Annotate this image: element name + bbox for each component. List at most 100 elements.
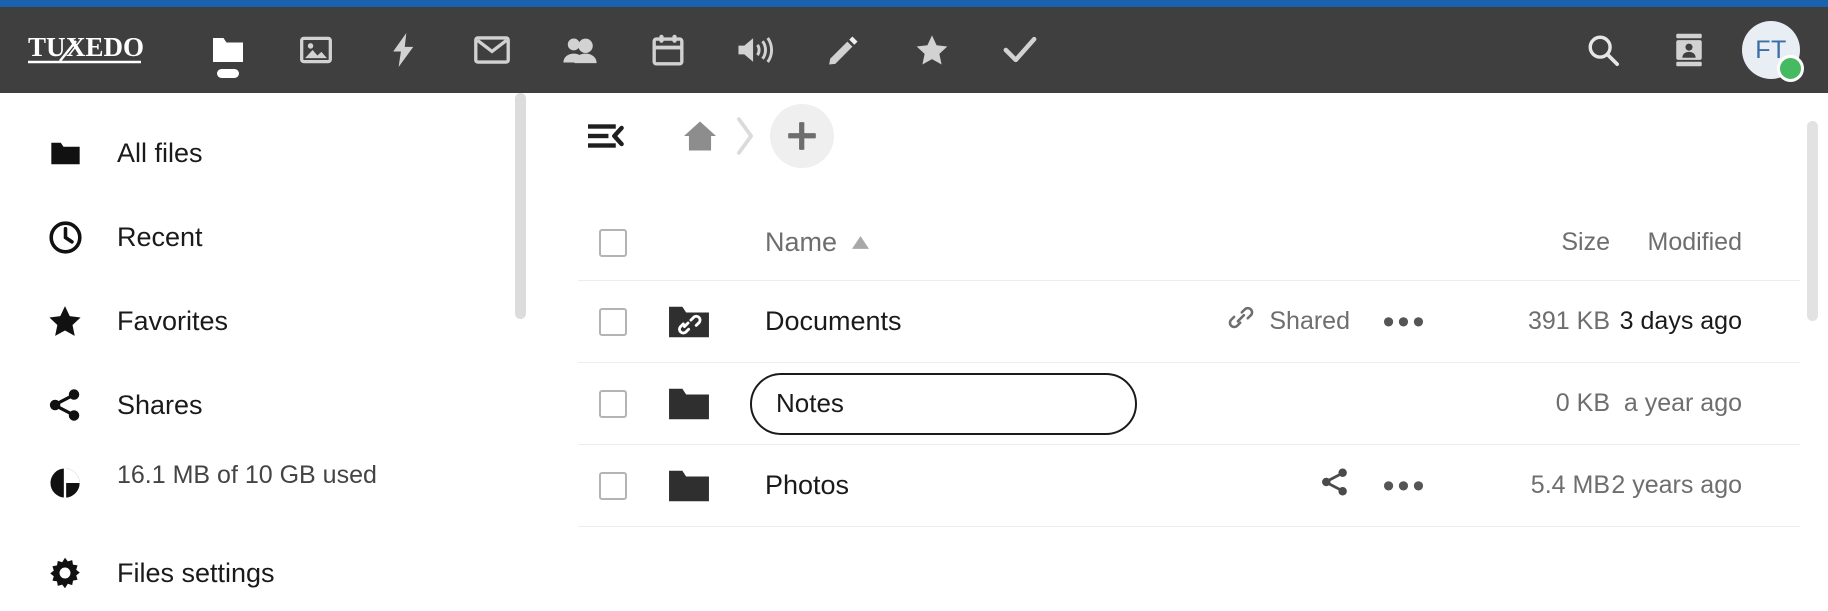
photos-icon xyxy=(300,36,332,64)
user-avatar[interactable]: FT xyxy=(1742,21,1804,82)
link-icon xyxy=(1227,305,1255,338)
row-modified: 2 years ago xyxy=(1611,471,1742,499)
sidebar-item-all-files[interactable]: All files xyxy=(0,111,538,195)
column-header-name-label: Name xyxy=(765,227,838,257)
column-header-modified[interactable]: Modified xyxy=(1610,228,1800,257)
nav-item-tasks[interactable] xyxy=(976,7,1064,93)
people-icon xyxy=(563,38,597,64)
folder-icon xyxy=(213,38,243,62)
row-checkbox[interactable] xyxy=(599,389,627,418)
row-file-name[interactable]: Documents xyxy=(742,306,902,337)
nav-item-mail[interactable] xyxy=(448,7,536,93)
sidebar-item-favorites[interactable]: Favorites xyxy=(0,279,538,363)
chevron-right-icon xyxy=(737,117,753,155)
sidebar-scrollbar[interactable] xyxy=(515,93,526,319)
contacts-menu-button[interactable] xyxy=(1646,7,1732,93)
calendar-icon xyxy=(652,34,684,66)
row-modified: 3 days ago xyxy=(1619,307,1742,335)
status-badge-online xyxy=(1777,55,1804,82)
sidebar-item-shares[interactable]: Shares xyxy=(0,363,538,447)
row-checkbox[interactable] xyxy=(599,307,627,336)
nav-item-notes[interactable] xyxy=(800,7,888,93)
pie-chart-icon xyxy=(47,461,83,499)
envelope-icon xyxy=(474,36,510,64)
check-icon xyxy=(1003,36,1037,63)
row-actions-button[interactable]: ••• xyxy=(1350,469,1460,503)
top-accent-bar xyxy=(0,0,1828,7)
nav-item-bookmarks[interactable] xyxy=(888,7,976,93)
row-shared-label: Shared xyxy=(1269,307,1350,335)
sidebar-item-label: All files xyxy=(117,137,203,168)
tuxedo-logo[interactable]: TU XEDO xyxy=(28,30,146,70)
app-header: TU XEDO FT xyxy=(0,7,1828,93)
pencil-icon xyxy=(829,36,858,65)
sidebar-item-label: Recent xyxy=(117,221,203,252)
nav-item-photos[interactable] xyxy=(272,7,360,93)
speaker-icon xyxy=(738,37,773,63)
row-file-icon xyxy=(666,303,742,341)
folder-icon xyxy=(669,470,709,501)
row-size: 0 KB xyxy=(1555,389,1610,417)
folder-icon xyxy=(669,388,709,419)
row-file-icon xyxy=(666,385,742,423)
row-share-button[interactable] xyxy=(1120,467,1350,504)
collapse-sidebar-button[interactable] xyxy=(578,107,636,165)
breadcrumb-separator xyxy=(734,116,756,156)
select-all-checkbox[interactable] xyxy=(599,228,627,257)
sidebar-item-storage-quota[interactable]: 16.1 MB of 10 GB used xyxy=(0,447,538,531)
row-file-icon xyxy=(666,467,742,505)
breadcrumb-home[interactable] xyxy=(672,108,728,164)
folder-icon xyxy=(47,140,83,167)
share-icon xyxy=(1320,467,1350,504)
sidebar-item-label: Files settings xyxy=(117,557,275,588)
row-select-cell xyxy=(578,389,666,418)
row-shared-badge[interactable]: Shared xyxy=(1120,305,1350,338)
row-modified: a year ago xyxy=(1623,389,1742,417)
select-all-cell xyxy=(578,228,666,257)
nav-item-talk[interactable] xyxy=(712,7,800,93)
table-row[interactable]: Photos ••• 5.4 MB 2 years ago xyxy=(578,445,1800,527)
table-row[interactable]: Documents Shared ••• 391 KB 3 days ago xyxy=(578,281,1800,363)
nav-item-files[interactable] xyxy=(184,7,272,93)
storage-quota-label: 16.1 MB of 10 GB used xyxy=(117,461,377,489)
files-list-scrollbar[interactable] xyxy=(1807,121,1818,321)
sidebar-item-files-settings[interactable]: Files settings xyxy=(0,531,538,611)
star-icon xyxy=(47,305,83,337)
search-button[interactable] xyxy=(1560,7,1646,93)
files-toolbar xyxy=(567,93,1828,171)
star-icon xyxy=(916,35,948,65)
nav-item-activity[interactable] xyxy=(360,7,448,93)
svg-text:XEDO: XEDO xyxy=(66,32,144,62)
svg-text:TU: TU xyxy=(28,32,66,62)
files-table: Name Size Modified Documents Shared ••• … xyxy=(567,205,1828,527)
files-main-panel: Name Size Modified Documents Shared ••• … xyxy=(538,93,1828,611)
app-body: All files Recent Favorites Shares 16.1 M… xyxy=(0,93,1828,611)
row-actions-label: ••• xyxy=(1382,302,1428,341)
new-item-button[interactable] xyxy=(770,104,834,168)
sidebar-item-recent[interactable]: Recent xyxy=(0,195,538,279)
search-icon xyxy=(1588,35,1620,67)
column-header-size[interactable]: Size xyxy=(1460,228,1610,257)
nav-item-calendar[interactable] xyxy=(624,7,712,93)
folder-link-icon xyxy=(669,306,709,337)
gear-icon xyxy=(47,557,83,589)
row-select-cell xyxy=(578,471,666,500)
plus-icon xyxy=(788,122,816,150)
row-file-name[interactable]: Photos xyxy=(742,470,849,501)
column-header-name[interactable]: Name xyxy=(742,227,870,258)
share-icon xyxy=(47,389,83,421)
arrow-up-icon xyxy=(852,236,870,249)
header-right-actions: FT xyxy=(1560,7,1828,93)
nav-item-contacts[interactable] xyxy=(536,7,624,93)
contacts-card-icon xyxy=(1676,33,1702,67)
clock-icon xyxy=(47,220,83,254)
rename-input[interactable] xyxy=(750,372,1137,435)
row-size: 5.4 MB xyxy=(1530,471,1610,499)
home-icon xyxy=(684,121,716,151)
row-actions-button[interactable]: ••• xyxy=(1350,302,1460,341)
row-checkbox[interactable] xyxy=(599,471,627,500)
row-size: 391 KB xyxy=(1527,307,1610,335)
sidebar-item-label: Favorites xyxy=(117,305,229,336)
table-row[interactable]: 0 KB a year ago xyxy=(578,363,1800,445)
sidebar-item-label: Shares xyxy=(117,389,203,420)
